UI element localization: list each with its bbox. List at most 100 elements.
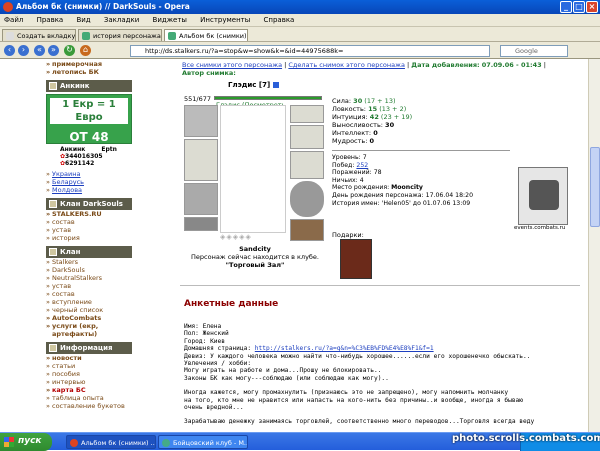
- sidebar-item-stalkers-ru[interactable]: STALKERS.RU: [46, 210, 132, 218]
- header-icon: [49, 344, 57, 352]
- tab-history[interactable]: история персонажа БК ...: [78, 29, 162, 41]
- taskbar-button-album[interactable]: Альбом бк (снимки) ...: [66, 435, 156, 449]
- rune-slots: ◈◈◈◈◈: [220, 233, 252, 241]
- menu-tools[interactable]: Инструменты: [200, 16, 250, 24]
- banner-line1: 1 Екр = 1 Евро: [50, 98, 128, 124]
- stat-extra: (23 + 19): [380, 113, 413, 121]
- sidebar-item-belarus[interactable]: Беларусь: [46, 178, 132, 186]
- search-input[interactable]: Google: [500, 45, 568, 57]
- scrollbar-thumb[interactable]: [590, 147, 600, 227]
- tab-album[interactable]: Альбом бк (снимки) // D...: [164, 29, 248, 41]
- contact-name: Анкинк: [60, 146, 86, 153]
- header-icon: [49, 82, 57, 90]
- menu-bookmarks[interactable]: Закладки: [104, 16, 139, 24]
- gifts-label: Подарки:: [332, 231, 364, 239]
- maximize-button[interactable]: □: [573, 1, 585, 13]
- amulet-slot[interactable]: [290, 125, 324, 149]
- sidebar-item-info[interactable]: таблица опыта: [46, 394, 132, 402]
- sidebar-item-history[interactable]: история: [46, 234, 132, 242]
- sidebar-item-clan[interactable]: устав: [46, 282, 132, 290]
- info-row: Поражений: 78: [332, 169, 473, 177]
- header-icon: [49, 248, 57, 256]
- home-link[interactable]: http://stalkers.ru/?a=q&n=%C3%EB%FD%E4%E…: [255, 345, 434, 352]
- sidebar-item-clan[interactable]: черный список: [46, 306, 132, 314]
- country-list: Украина Беларусь Молдова: [46, 170, 132, 194]
- profile-text: очень вредной...: [184, 404, 244, 412]
- fast-forward-icon[interactable]: »: [48, 45, 59, 56]
- sidebar-item-info[interactable]: статьи: [46, 362, 132, 370]
- sidebar-item-clan[interactable]: AutoCombats: [46, 314, 132, 322]
- stat-row: Сила: 30 (17 + 13): [332, 97, 412, 105]
- gift-image[interactable]: [340, 239, 372, 279]
- sidebar-item-ukraine[interactable]: Украина: [46, 170, 132, 178]
- location-text: Персонаж сейчас находится в клубе.: [191, 253, 319, 261]
- header-label: Информация: [60, 344, 113, 352]
- minimize-button[interactable]: _: [560, 1, 572, 13]
- forward-icon[interactable]: ›: [18, 45, 29, 56]
- shield-slot[interactable]: [290, 181, 324, 217]
- boots-slot[interactable]: [290, 219, 324, 241]
- sidebar-item-roster[interactable]: состав: [46, 218, 132, 226]
- sidebar-item-info[interactable]: интервью: [46, 378, 132, 386]
- top-links: Все снимки этого персонажа | Сделать сни…: [182, 61, 546, 69]
- gloves-slot[interactable]: [290, 151, 324, 179]
- browser-icon: [162, 439, 170, 447]
- sidebar-item-info[interactable]: карта БС: [46, 386, 132, 394]
- icq-number: 344016305: [65, 153, 103, 160]
- watermark: photo.scrolls.combats.com: [452, 433, 600, 444]
- tab-bar: Создать вкладку история персонажа БК ...…: [0, 27, 600, 42]
- vertical-scrollbar[interactable]: [588, 59, 600, 432]
- sidebar-item-clan[interactable]: Stalkers: [46, 258, 132, 266]
- sidebar-item-info[interactable]: пособия: [46, 370, 132, 378]
- menu-widgets[interactable]: Виджеты: [153, 16, 187, 24]
- menu-file[interactable]: Файл: [4, 16, 23, 24]
- menu-edit[interactable]: Правка: [37, 16, 64, 24]
- event-emblem[interactable]: [518, 167, 568, 225]
- info-icon[interactable]: [272, 82, 279, 88]
- sidebar-item-info[interactable]: новости: [46, 354, 132, 362]
- stat-extra: (13 + 2): [379, 105, 407, 113]
- profile-text: Зарабатываю денежку занимаясь торговлей,…: [184, 418, 535, 426]
- helmet-slot[interactable]: [184, 105, 218, 137]
- sidebar-item-fitting[interactable]: примерочная: [46, 60, 132, 68]
- armor-slot[interactable]: [184, 183, 218, 215]
- taskbar-button-combats[interactable]: Бойцовский клуб - M...: [158, 435, 248, 449]
- sidebar-item-clan[interactable]: состав: [46, 290, 132, 298]
- stat-label: Выносливость:: [332, 121, 383, 129]
- menu-help[interactable]: Справка: [264, 16, 295, 24]
- close-button[interactable]: ×: [586, 1, 598, 13]
- tab-new[interactable]: Создать вкладку: [2, 29, 76, 41]
- sidebar-item-clan[interactable]: NeutralStalkers: [46, 274, 132, 282]
- all-snapshots-link[interactable]: Все снимки этого персонажа: [182, 61, 282, 69]
- wins-link[interactable]: 252: [356, 162, 368, 169]
- address-input[interactable]: http://ds.stalkers.ru/?a=stop&w=show&k=&…: [130, 45, 490, 57]
- sidebar-item-clan[interactable]: вступление: [46, 298, 132, 306]
- earring-slot[interactable]: [290, 105, 324, 123]
- menu-view[interactable]: Вид: [76, 16, 90, 24]
- home-icon[interactable]: ⌂: [80, 45, 91, 56]
- sidebar-item-info[interactable]: составление букетов: [46, 402, 132, 410]
- rewind-icon[interactable]: «: [34, 45, 45, 56]
- sidebar-item-clan[interactable]: DarkSouls: [46, 266, 132, 274]
- sidebar-item-chronicle[interactable]: летопись БК: [46, 68, 132, 76]
- tab-label: Альбом бк (снимки) // D...: [179, 32, 247, 40]
- belt-slot[interactable]: [184, 217, 218, 231]
- back-icon[interactable]: ‹: [4, 45, 15, 56]
- opera-icon: [70, 439, 78, 447]
- opera-logo-icon: [3, 2, 13, 12]
- sidebar-item-clan[interactable]: услуги (екр, артефакты): [46, 322, 132, 338]
- stat-label: Интуиция:: [332, 113, 368, 121]
- reload-icon[interactable]: ↻: [64, 45, 75, 56]
- sidebar-item-moldova[interactable]: Молдова: [46, 186, 132, 194]
- sidebar-item-charter[interactable]: устав: [46, 226, 132, 234]
- tab-label: история персонажа БК ...: [93, 32, 161, 40]
- currency-banner[interactable]: 1 Екр = 1 Евро ОТ 48 ЧАСОВ: [46, 94, 132, 162]
- weapon-slot[interactable]: [184, 139, 218, 181]
- stat-value: 30: [353, 97, 363, 105]
- clan-darksouls-header: Клан DarkSouls: [46, 198, 132, 210]
- start-button[interactable]: пуск: [0, 433, 52, 451]
- profile-title: Анкетные данные: [184, 299, 279, 309]
- make-snapshot-link[interactable]: Сделать снимок этого персонажа: [288, 61, 405, 69]
- stat-value: 30: [385, 121, 395, 129]
- profile-text: Иногда кажется, могу промахнулить (призн…: [184, 389, 509, 397]
